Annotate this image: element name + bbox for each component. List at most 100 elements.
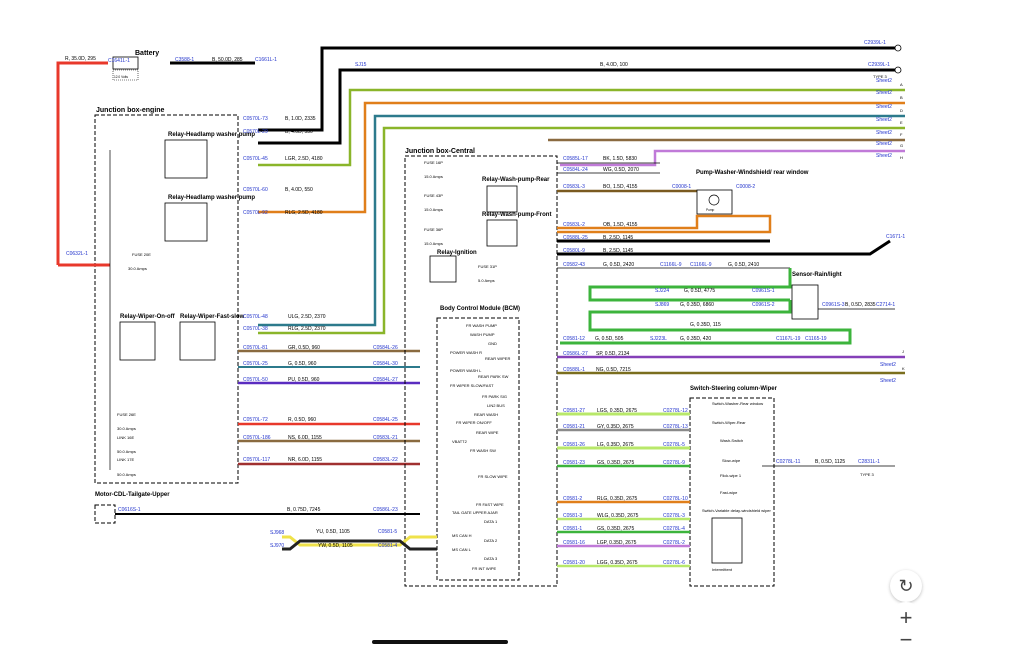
eng-conn-10: C0570L-72 <box>243 417 268 423</box>
cw-conn-r-2: C0008-1 <box>672 184 691 190</box>
sensor-box <box>791 284 819 320</box>
sw-c-2: C0581-26 <box>563 442 585 448</box>
eng-wire-3: B, 4.0D, 550 <box>285 187 313 193</box>
bcm-title: Body Control Module (BCM) <box>440 306 520 312</box>
home-indicator[interactable] <box>372 640 508 644</box>
sw-c-7: C0581-16 <box>563 540 585 546</box>
cw-conn-5: C0580L-9 <box>563 248 585 254</box>
eng-conn-4: C0570L-92 <box>243 210 268 216</box>
gb-c1167: C1167L-19 <box>776 336 801 342</box>
eng-wire-5: ULG, 2.5D, 2370 <box>288 314 326 320</box>
relay-rear-title: Relay-Wash-pump-Rear <box>482 177 550 183</box>
relay-hl2-box <box>164 202 208 242</box>
switch-group: Switch-Steering column-Wiper Switch-Wash… <box>689 386 895 587</box>
gb-sj223: SJ223L <box>650 336 667 342</box>
relay-hl1-box <box>164 139 208 179</box>
eng-conn-7: C0570L-81 <box>243 345 268 351</box>
relay-hl2-title: Relay-Headlamp washer pump <box>168 195 255 201</box>
fuse20-label: FUSE 20E <box>132 252 151 257</box>
battery-conn-left: C1641L-1 <box>108 58 130 64</box>
can-c1: C0581-5 <box>378 529 397 535</box>
sheet-letter-g: G <box>900 143 903 148</box>
eng-wire-2: LGR, 2.5D, 4180 <box>285 156 323 162</box>
gb-c0581: C0581-12 <box>563 336 585 342</box>
relay-rear-box <box>486 185 518 213</box>
bcm-pin-12: REAR WIPE <box>476 430 499 435</box>
battery-volts: 12.0 Volts <box>114 75 128 79</box>
eng-conn-11: C0570L-186 <box>243 435 271 441</box>
gb-w1: G, 0.5D, 4775 <box>684 288 715 294</box>
link17-amp: 50.0 Amps <box>117 472 136 477</box>
sw-r-8: C0278L-6 <box>663 560 685 566</box>
switch-s5: Flick-wipe 1 <box>720 473 742 478</box>
sw-w-0: LGS, 0.35D, 2675 <box>597 408 637 414</box>
fuse16-label: FUSE 16P <box>424 160 443 165</box>
sw-r-4: C0278L-10 <box>663 496 688 502</box>
cw-conn-m2-6: C1166L-9 <box>690 262 712 268</box>
zoom-out-icon: − <box>899 627 913 652</box>
sheet-letter-a: A <box>900 82 903 87</box>
switch-s4: Slow-wipe <box>722 458 741 463</box>
eng-wire-6: RLG, 2.5D, 2370 <box>288 326 326 332</box>
relay-ign-title: Relay-Ignition <box>437 250 477 256</box>
bcm-pin-1: WASH PUMP <box>470 332 495 337</box>
sl-label-1: Sheet2 <box>880 378 896 384</box>
green-loop-1 <box>588 268 792 302</box>
refresh-button[interactable]: ↻ <box>890 570 922 602</box>
bcm-pin-labels: FR WASH PUMP WASH PUMP GND POWER WASH R … <box>450 323 510 571</box>
gb-w5: G, 0.35D, 420 <box>680 336 711 342</box>
top-bus-splice: SJ15 <box>355 62 367 68</box>
sw-r-0: C0278L-12 <box>663 408 688 414</box>
pump-group: Pump Pump-Washer-Windshield/ rear window <box>696 170 809 215</box>
eng-wire-7: GR, 0.5D, 960 <box>288 345 320 351</box>
pump-title: Pump-Washer-Windshield/ rear window <box>696 170 809 176</box>
bcm-pin-14: FR WASH SW <box>470 448 496 453</box>
eng-wire-11: NS, 6.0D, 1155 <box>288 435 322 441</box>
relay-fast-box <box>179 321 216 361</box>
sw-r-7: C0278L-2 <box>663 540 685 546</box>
sw-w-4: RLG, 0.35D, 2675 <box>597 496 638 502</box>
battery-title: Battery <box>135 50 159 57</box>
sw-w-3: GS, 0.35D, 2675 <box>597 460 634 466</box>
sw-w-1: GY, 0.35D, 2675 <box>597 424 634 430</box>
eng-wire-8: G, 0.5D, 960 <box>288 361 317 367</box>
sensor-c2: C0961S-2 <box>752 302 775 308</box>
eng-wire-0: B, 1.0D, 2335 <box>285 116 316 122</box>
cw-conn-3: C0583L-2 <box>563 222 585 228</box>
can-group: SJ968 SJ970 YU, 0.5D, 1105 YW, 0.5D, 110… <box>270 529 437 551</box>
sheet-letter-e: E <box>900 120 903 125</box>
zoom-out-button[interactable]: − <box>890 624 922 656</box>
eng-conn-0: C0570L-73 <box>243 116 268 122</box>
bcm-pin-21: MS CAN L <box>452 547 472 552</box>
top-bus-terminal-2 <box>894 66 902 74</box>
battery-wire-right: B, 50.0D, 285 <box>212 57 243 63</box>
switch-out-type: TYPE 3 <box>860 472 875 477</box>
eng-conn-2: C0570L-45 <box>243 156 268 162</box>
eng-conn-5: C0570L-48 <box>243 314 268 320</box>
sheet-letter-d: D <box>900 108 903 113</box>
sheet-label-b: Sheet2 <box>876 90 892 96</box>
fuse31-amp: 5.0 Amps <box>478 278 495 283</box>
bcm-pin-9: LIN2 BUS <box>487 403 505 408</box>
eng-conn-1: C0570L-29 <box>243 129 268 135</box>
sw-r-3: C0278L-9 <box>663 460 685 466</box>
gb-sj869: SJ869 <box>655 302 669 308</box>
sw-w-2: LG, 0.35D, 2675 <box>597 442 634 448</box>
fuse36-amp: 15.0 Amps <box>424 241 443 246</box>
sl-conn-0: C0586L-27 <box>563 351 588 357</box>
bcm-pin-20: DATA 2 <box>484 538 498 543</box>
top-bus-terminal-1 <box>894 44 902 52</box>
switch-s8: Intermittent <box>712 567 733 572</box>
tailgate-conn-r: C0586L-23 <box>373 507 398 513</box>
relay-front-box <box>486 219 518 247</box>
tailgate-conn: C0616S-1 <box>118 507 141 513</box>
sensor-conn-r: C2714-1 <box>876 302 895 308</box>
fuse26-label: FUSE 26E <box>117 412 136 417</box>
bcm-pin-16: FR FAST WIPE <box>476 502 504 507</box>
sw-r-6: C0278L-4 <box>663 526 685 532</box>
refresh-icon: ↻ <box>898 575 914 596</box>
sw-w-8: LGG, 0.35D, 2675 <box>597 560 638 566</box>
switch-s1: Switch-Washer-Rear window <box>712 401 763 406</box>
bcm-pin-6: REAR PARK SW <box>478 374 509 379</box>
sw-w-5: WLG, 0.35D, 2675 <box>597 513 639 519</box>
